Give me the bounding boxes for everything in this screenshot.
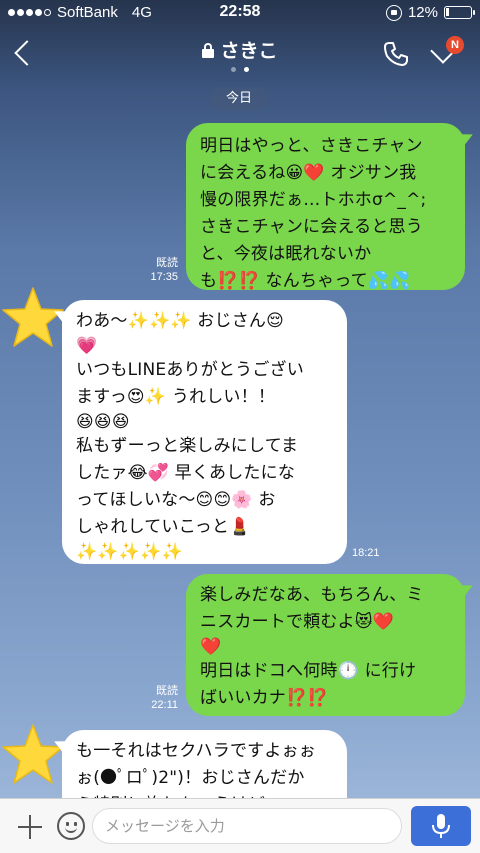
read-label: 既読 bbox=[156, 257, 178, 269]
microphone-icon-svg bbox=[432, 814, 450, 838]
message-line: ✨✨✨✨✨ bbox=[76, 542, 183, 562]
message-line: 明日はドコへ何時🕛 に行け bbox=[200, 661, 417, 681]
message-line: も⁉️⁉️ なんちゃって💦💦 bbox=[200, 271, 411, 291]
message-bubble-received[interactable]: わあ〜✨✨✨ おじさん😌 💗 いつもLINEありがとうござい ますっ😍✨ うれし… bbox=[62, 300, 347, 564]
message-line: したァ😂💞 早くあしたにな bbox=[76, 463, 296, 483]
message-line: ニスカートで頼むよ😻❤️ bbox=[200, 612, 395, 632]
message-line: 💗 bbox=[76, 336, 98, 356]
message-line: しゃれしていこっと💄 bbox=[76, 517, 251, 537]
status-bar: SoftBank 4G 22:58 12% bbox=[0, 0, 480, 26]
contact-avatar-star-icon[interactable] bbox=[0, 722, 66, 788]
chat-title[interactable]: さきこ bbox=[202, 36, 278, 63]
message-line: ばいいカナ⁉️⁉️ bbox=[200, 688, 329, 708]
rotation-lock-icon bbox=[385, 4, 402, 21]
message-line: ってほしいな〜😊😊🌸 お bbox=[76, 490, 276, 510]
message-time: 22:11 bbox=[151, 699, 178, 711]
page-dot bbox=[244, 67, 249, 72]
read-receipt: 既読 17:35 bbox=[138, 256, 178, 284]
battery-level bbox=[446, 8, 449, 16]
phone-icon[interactable] bbox=[382, 40, 410, 68]
message-line: ますっ😍✨ うれしい！！ bbox=[76, 387, 276, 407]
message-bubble-sent[interactable]: 楽しみだなあ、もちろん、ミ ニスカートで頼むよ😻❤️ ❤️ 明日はドコへ何時🕛 … bbox=[186, 574, 465, 716]
battery-percent: 12% bbox=[407, 4, 438, 21]
notification-badge: N bbox=[446, 36, 464, 54]
chat-header: さきこ N bbox=[0, 26, 480, 82]
message-time: 18:21 bbox=[352, 547, 380, 559]
message-line: いつもLINEありがとうござい bbox=[76, 360, 304, 380]
status-right: 12% bbox=[385, 4, 475, 21]
read-label: 既読 bbox=[156, 685, 178, 697]
message-line: 明日はやっと、さきこチャン bbox=[200, 136, 423, 156]
message-line: わあ〜✨✨✨ おじさん😌 bbox=[76, 311, 285, 331]
message-input[interactable] bbox=[92, 808, 402, 844]
emoji-icon[interactable] bbox=[57, 812, 85, 840]
message-line: に会えるね😀❤️ オジサン我 bbox=[200, 163, 417, 183]
read-receipt: 既読 22:11 bbox=[138, 684, 178, 712]
composer-bar bbox=[0, 798, 480, 853]
battery-icon bbox=[444, 6, 475, 19]
message-line: 私もずーっと楽しみにしてま bbox=[76, 436, 299, 456]
page-dot bbox=[231, 67, 236, 72]
message-line: も一それはセクハラですよぉぉ bbox=[76, 741, 316, 761]
chat-screen: SoftBank 4G 22:58 12% さきこ N 今日 既読 17:35 … bbox=[0, 0, 480, 853]
microphone-icon[interactable] bbox=[411, 806, 471, 846]
plus-icon[interactable] bbox=[16, 813, 44, 841]
message-line: 慢の限界だぁ…トホホσ^_^; bbox=[200, 190, 427, 210]
message-line: 😆😆😆 bbox=[76, 412, 130, 432]
phone-icon-svg bbox=[384, 42, 408, 66]
message-line: ぉ(●ﾟロﾟ)2")！おじさんだか bbox=[76, 768, 305, 788]
message-line: 楽しみだなあ、もちろん、ミ bbox=[200, 585, 424, 605]
lock-icon bbox=[202, 42, 215, 58]
date-separator: 今日 bbox=[210, 87, 268, 111]
message-line: ❤️ bbox=[200, 637, 222, 657]
message-time: 17:35 bbox=[150, 271, 178, 283]
contact-name: さきこ bbox=[220, 40, 278, 62]
message-line: さきこチャンに会えると思う bbox=[200, 217, 423, 237]
chevron-down-icon[interactable]: N bbox=[426, 36, 464, 70]
message-bubble-sent[interactable]: 明日はやっと、さきこチャン に会えるね😀❤️ オジサン我 慢の限界だぁ…トホホσ… bbox=[186, 123, 465, 291]
message-line: と、今夜は眠れないか bbox=[200, 244, 372, 264]
